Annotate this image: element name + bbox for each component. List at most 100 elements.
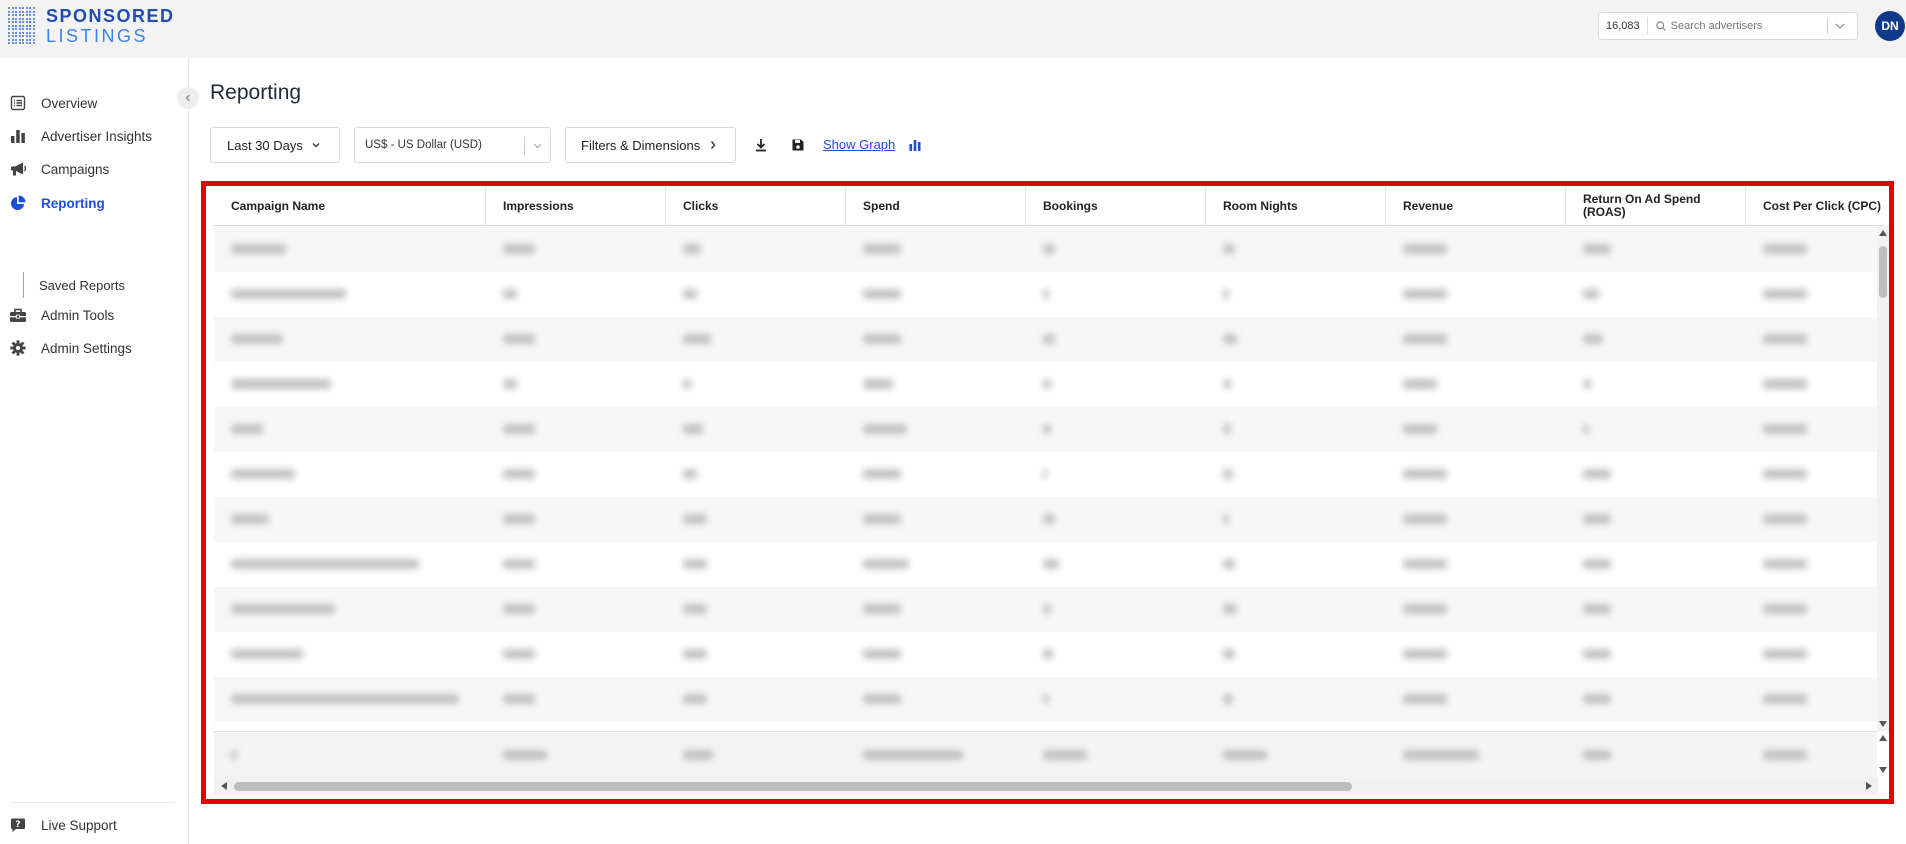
save-icon[interactable] [790, 137, 806, 153]
chevron-down-icon[interactable] [1834, 20, 1846, 32]
table-cell-obscured [1763, 694, 1807, 704]
table-total-obscured [1403, 750, 1479, 760]
report-table-highlight: Campaign Name Impressions Clicks Spend B… [201, 181, 1894, 804]
table-cell-obscured [1043, 289, 1049, 299]
table-cell-obscured [231, 244, 286, 254]
avatar[interactable]: DN [1875, 11, 1905, 41]
advertiser-search[interactable]: 16,083 [1598, 12, 1858, 40]
table-cell-obscured [1223, 559, 1235, 569]
table-row[interactable] [214, 677, 1878, 722]
column-header[interactable]: Impressions [486, 186, 666, 226]
table-cell-obscured [1763, 379, 1807, 389]
column-header[interactable]: Spend [846, 186, 1026, 226]
search-input[interactable] [1670, 20, 1821, 32]
table-row[interactable] [214, 587, 1878, 632]
table-row[interactable] [214, 272, 1878, 317]
table-row[interactable] [214, 407, 1878, 452]
table-cell-obscured [683, 244, 701, 254]
table-cell-obscured [1043, 604, 1051, 614]
collapse-sidebar-button[interactable] [177, 87, 199, 109]
chevron-down-icon [312, 143, 320, 148]
scroll-up-arrow[interactable] [1879, 230, 1887, 236]
footer-scrollbar[interactable] [1877, 731, 1889, 778]
table-row[interactable] [214, 317, 1878, 362]
chevron-right-icon [711, 141, 716, 149]
table-cell-obscured [1223, 334, 1237, 344]
scroll-right-arrow[interactable] [1866, 782, 1872, 790]
sidebar-item-campaigns[interactable]: Campaigns [0, 155, 189, 183]
horizontal-scrollbar[interactable] [214, 778, 1878, 795]
table-cell-obscured [503, 559, 535, 569]
table-row[interactable] [214, 632, 1878, 677]
currency-select[interactable]: US$ - US Dollar (USD) [354, 127, 551, 163]
sidebar-item-reporting[interactable]: Reporting [0, 189, 189, 217]
table-cell-obscured [503, 244, 535, 254]
table-cell-obscured [683, 289, 697, 299]
table-cell-obscured [1583, 289, 1599, 299]
table-cell-obscured [231, 694, 459, 704]
table-cell-obscured [1223, 649, 1235, 659]
scroll-up-arrow[interactable] [1879, 735, 1887, 741]
table-cell-obscured [1763, 469, 1807, 479]
column-header[interactable]: Return On Ad Spend (ROAS) [1566, 186, 1746, 226]
table-cell-obscured [503, 424, 535, 434]
table-row[interactable] [214, 452, 1878, 497]
scroll-left-arrow[interactable] [221, 782, 227, 790]
sidebar-item-admin-settings[interactable]: Admin Settings [0, 334, 189, 362]
column-header[interactable]: Campaign Name [214, 186, 486, 226]
table-cell-obscured [1223, 379, 1231, 389]
currency-divider [524, 137, 525, 155]
table-cell-obscured [1223, 289, 1229, 299]
table-cell-obscured [231, 334, 283, 344]
table-row[interactable] [214, 362, 1878, 407]
scroll-down-arrow[interactable] [1879, 767, 1887, 773]
date-range-dropdown[interactable]: Last 30 Days [210, 127, 340, 163]
table-cell-obscured [503, 469, 535, 479]
sidebar-divider [10, 802, 175, 803]
table-cell-obscured [863, 649, 901, 659]
table-row[interactable] [214, 542, 1878, 587]
table-cell-obscured [503, 379, 517, 389]
table-cell-obscured [863, 694, 901, 704]
show-graph-link[interactable]: Show Graph [823, 137, 895, 152]
table-cell-obscured [863, 514, 901, 524]
table-row[interactable] [214, 497, 1878, 542]
column-header[interactable]: Revenue [1386, 186, 1566, 226]
sponsored-listings-logo[interactable]: SPONSORED LISTINGS [8, 6, 175, 46]
table-cell-obscured [503, 514, 535, 524]
table-cell-obscured [863, 604, 901, 614]
svg-text:?: ? [15, 820, 20, 830]
vertical-scroll-thumb[interactable] [1879, 246, 1887, 298]
table-total-obscured [1583, 750, 1611, 760]
table-cell-obscured [1763, 559, 1807, 569]
column-header[interactable]: Bookings [1026, 186, 1206, 226]
table-cell-obscured [231, 649, 303, 659]
table-total-obscured [683, 750, 713, 760]
table-cell-obscured [1583, 694, 1611, 704]
sidebar-item-label: Live Support [41, 817, 117, 833]
filters-dimensions-button[interactable]: Filters & Dimensions [565, 127, 736, 163]
sidebar-subitem-saved-reports[interactable]: Saved Reports [23, 272, 125, 298]
table-cell-obscured [1583, 424, 1589, 434]
table-row[interactable] [214, 227, 1878, 272]
column-header[interactable]: Cost Per Click (CPC) [1746, 186, 1889, 226]
table-cell-obscured [1583, 379, 1591, 389]
column-header[interactable]: Clicks [666, 186, 846, 226]
table-cell-obscured [503, 289, 517, 299]
logo-dots-icon [8, 7, 35, 44]
column-header[interactable]: Room Nights [1206, 186, 1386, 226]
bar-chart-icon[interactable] [909, 138, 921, 152]
sidebar-item-advertiser-insights[interactable]: Advertiser Insights [0, 122, 189, 150]
horizontal-scroll-thumb[interactable] [234, 782, 1352, 791]
table-cell-obscured [1403, 694, 1447, 704]
table-cell-obscured [683, 694, 707, 704]
sidebar-item-overview[interactable]: Overview [0, 89, 189, 117]
table-cell-obscured [1043, 244, 1055, 254]
table-cell-obscured [503, 334, 535, 344]
vertical-scrollbar[interactable] [1877, 226, 1889, 731]
sidebar-item-live-support[interactable]: ? Live Support [0, 811, 189, 839]
scroll-down-arrow[interactable] [1879, 721, 1887, 727]
download-icon[interactable] [753, 137, 769, 153]
table-cell-obscured [1583, 649, 1611, 659]
sidebar-item-admin-tools[interactable]: Admin Tools [0, 301, 189, 329]
